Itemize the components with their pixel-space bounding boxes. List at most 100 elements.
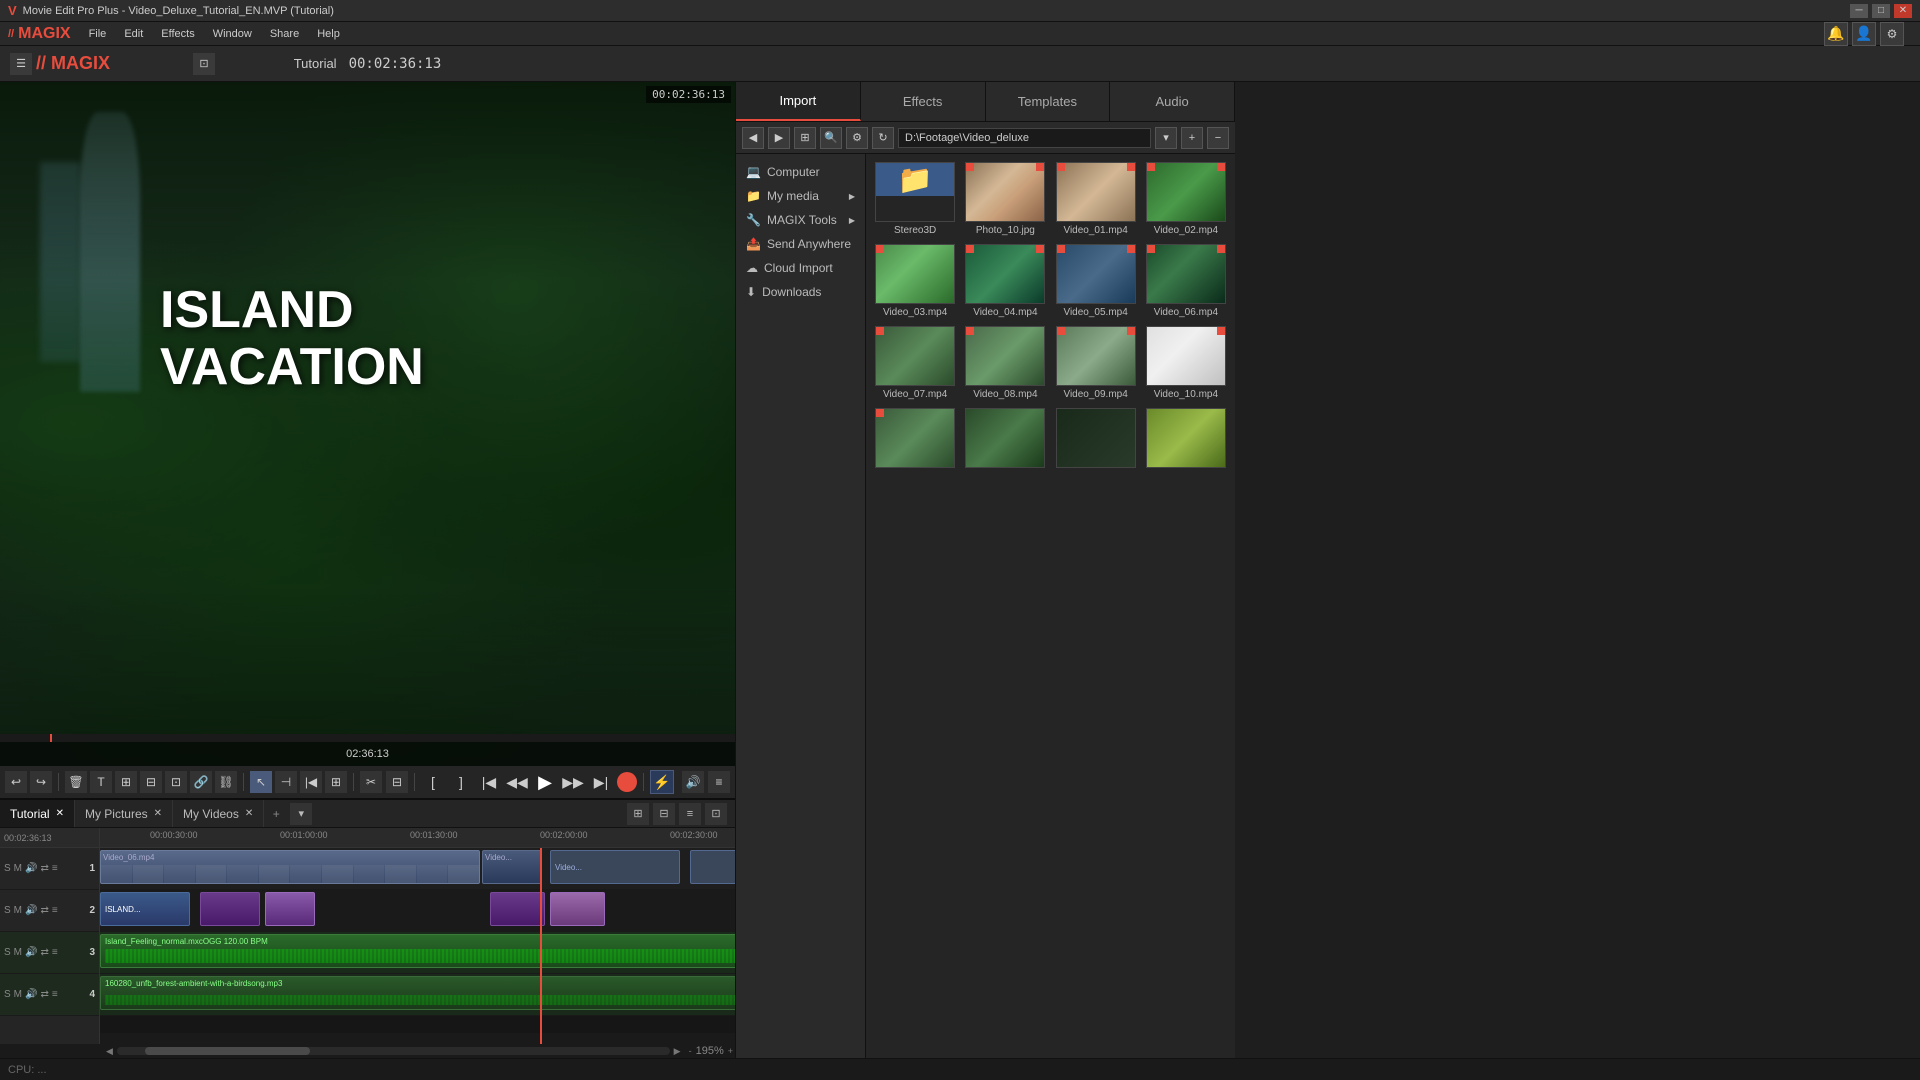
close-videos-tab[interactable]: ✕	[245, 808, 253, 819]
tab-tutorial[interactable]: Tutorial ✕	[0, 800, 75, 827]
add-tab-button[interactable]: +	[264, 807, 288, 821]
view-options-button[interactable]: ≡	[708, 771, 730, 793]
prev-frame-button[interactable]: ◀◀	[505, 770, 529, 794]
nav-magix-tools[interactable]: 🔧 MAGIX Tools ▶	[736, 208, 865, 232]
media-item-video14[interactable]	[1145, 408, 1227, 471]
settings-import-button[interactable]: ⚙	[846, 127, 868, 149]
undo-button[interactable]: ↩	[5, 771, 27, 793]
volume-button[interactable]: 🔊	[682, 771, 704, 793]
clip-audio-birds[interactable]: 160280_unfb_forest-ambient-with-a-birdso…	[100, 976, 735, 1010]
clip-purple-4[interactable]	[550, 892, 605, 926]
prev-marker-button[interactable]: |◀	[477, 770, 501, 794]
trim-button[interactable]: ⊡	[165, 771, 187, 793]
trim-tool-button[interactable]: ⊣	[275, 771, 297, 793]
close-pictures-tab[interactable]: ✕	[154, 808, 162, 819]
next-marker-button[interactable]: ▶|	[589, 770, 613, 794]
minimize-button[interactable]: ─	[1850, 4, 1868, 18]
close-tutorial-tab[interactable]: ✕	[56, 808, 64, 819]
timeline-view-btn1[interactable]: ⊞	[627, 803, 649, 825]
razor-button[interactable]: ✂	[360, 771, 382, 793]
path-dropdown-button[interactable]: ▾	[1155, 127, 1177, 149]
link-button[interactable]: 🔗	[190, 771, 212, 793]
menu-effects[interactable]: Effects	[153, 26, 202, 42]
delete-button[interactable]: 🗑	[65, 771, 87, 793]
record-button[interactable]	[617, 772, 637, 792]
refresh-button[interactable]: ↻	[872, 127, 894, 149]
redo-button[interactable]: ↪	[30, 771, 52, 793]
media-item-stereo3d[interactable]: 📁 Stereo3D	[874, 162, 956, 236]
tab-audio[interactable]: Audio	[1110, 82, 1235, 121]
media-item-video13[interactable]	[1055, 408, 1137, 471]
clip-video-main[interactable]: Video_06.mp4	[100, 850, 480, 884]
clip-audio-main[interactable]: Island_Feeling_normal.mxcOGG 120.00 BPM	[100, 934, 735, 968]
fullscreen-toggle[interactable]: ⊡	[193, 53, 215, 75]
nav-cloud-import[interactable]: ☁ Cloud Import	[736, 256, 865, 280]
timeline-view-btn2[interactable]: ⊟	[653, 803, 675, 825]
mark-out-button[interactable]: ]	[449, 770, 473, 794]
nav-forward-button[interactable]: ▶	[768, 127, 790, 149]
nav-send-anywhere[interactable]: 📤 Send Anywhere	[736, 232, 865, 256]
media-item-video05[interactable]: Video_05.mp4	[1055, 244, 1137, 318]
notifications-button[interactable]: 🔔	[1824, 22, 1848, 46]
media-item-video06[interactable]: Video_06.mp4	[1145, 244, 1227, 318]
menu-file[interactable]: File	[81, 26, 115, 42]
clip-video-02[interactable]: Video...	[482, 850, 542, 884]
menu-edit[interactable]: Edit	[116, 26, 151, 42]
clip-purple-3[interactable]	[490, 892, 545, 926]
media-item-video10[interactable]: Video_10.mp4	[1145, 326, 1227, 400]
media-item-video04[interactable]: Video_04.mp4	[964, 244, 1046, 318]
search-button[interactable]: 🔍	[820, 127, 842, 149]
nav-my-media[interactable]: 📁 My media ▶	[736, 184, 865, 208]
media-item-video08[interactable]: Video_08.mp4	[964, 326, 1046, 400]
clip-video-ghost2[interactable]	[690, 850, 735, 884]
tab-effects[interactable]: Effects	[861, 82, 986, 121]
unlink-button[interactable]: ⛓	[215, 771, 237, 793]
maximize-button[interactable]: □	[1872, 4, 1890, 18]
tab-my-videos[interactable]: My Videos ✕	[173, 800, 264, 827]
timeline-view-btn4[interactable]: ⊡	[705, 803, 727, 825]
storyboard-button[interactable]: ⊟	[386, 771, 408, 793]
timeline-scrollbar[interactable]: ◀ ▶ - 195% +	[0, 1044, 735, 1058]
clip-purple-1[interactable]	[200, 892, 260, 926]
remove-folder-button[interactable]: −	[1207, 127, 1229, 149]
nav-downloads[interactable]: ⬇ Downloads	[736, 280, 865, 304]
close-button[interactable]: ✕	[1894, 4, 1912, 18]
hamburger-button[interactable]: ☰	[10, 53, 32, 75]
clip-video-ghost[interactable]: Video...	[550, 850, 680, 884]
media-item-video09[interactable]: Video_09.mp4	[1055, 326, 1137, 400]
media-item-photo10[interactable]: Photo_10.jpg	[964, 162, 1046, 236]
text-button[interactable]: T	[90, 771, 112, 793]
play-button[interactable]: ▶	[533, 770, 557, 794]
lightning-button[interactable]: ⚡	[650, 770, 674, 794]
horizontal-scrollbar[interactable]	[117, 1047, 670, 1055]
media-item-video03[interactable]: Video_03.mp4	[874, 244, 956, 318]
tab-dropdown-button[interactable]: ▾	[290, 803, 312, 825]
account-button[interactable]: 👤	[1852, 22, 1876, 46]
tab-my-pictures[interactable]: My Pictures ✕	[75, 800, 173, 827]
media-item-video12[interactable]	[964, 408, 1046, 471]
menu-share[interactable]: Share	[262, 26, 307, 42]
tab-import[interactable]: Import	[736, 82, 861, 121]
media-item-video01[interactable]: Video_01.mp4	[1055, 162, 1137, 236]
multi-button[interactable]: ⊞	[325, 771, 347, 793]
path-input[interactable]	[898, 128, 1151, 148]
tab-templates[interactable]: Templates	[986, 82, 1111, 121]
nav-computer[interactable]: 💻 Computer	[736, 160, 865, 184]
mark-in-button[interactable]: [	[421, 770, 445, 794]
timeline-view-btn3[interactable]: ≡	[679, 803, 701, 825]
settings-button[interactable]: ⚙	[1880, 22, 1904, 46]
cursor-button[interactable]: ↖	[250, 771, 272, 793]
media-item-video07[interactable]: Video_07.mp4	[874, 326, 956, 400]
snap-button[interactable]: ⊞	[115, 771, 137, 793]
split-button[interactable]: |◀	[300, 771, 322, 793]
view-grid-button[interactable]: ⊞	[794, 127, 816, 149]
menu-help[interactable]: Help	[309, 26, 348, 42]
add-folder-button[interactable]: +	[1181, 127, 1203, 149]
next-frame-button[interactable]: ▶▶	[561, 770, 585, 794]
media-item-video02[interactable]: Video_02.mp4	[1145, 162, 1227, 236]
nav-back-button[interactable]: ◀	[742, 127, 764, 149]
media-item-video11[interactable]	[874, 408, 956, 471]
group-button[interactable]: ⊟	[140, 771, 162, 793]
clip-title-island[interactable]: ISLAND...	[100, 892, 190, 926]
menu-window[interactable]: Window	[205, 26, 260, 42]
